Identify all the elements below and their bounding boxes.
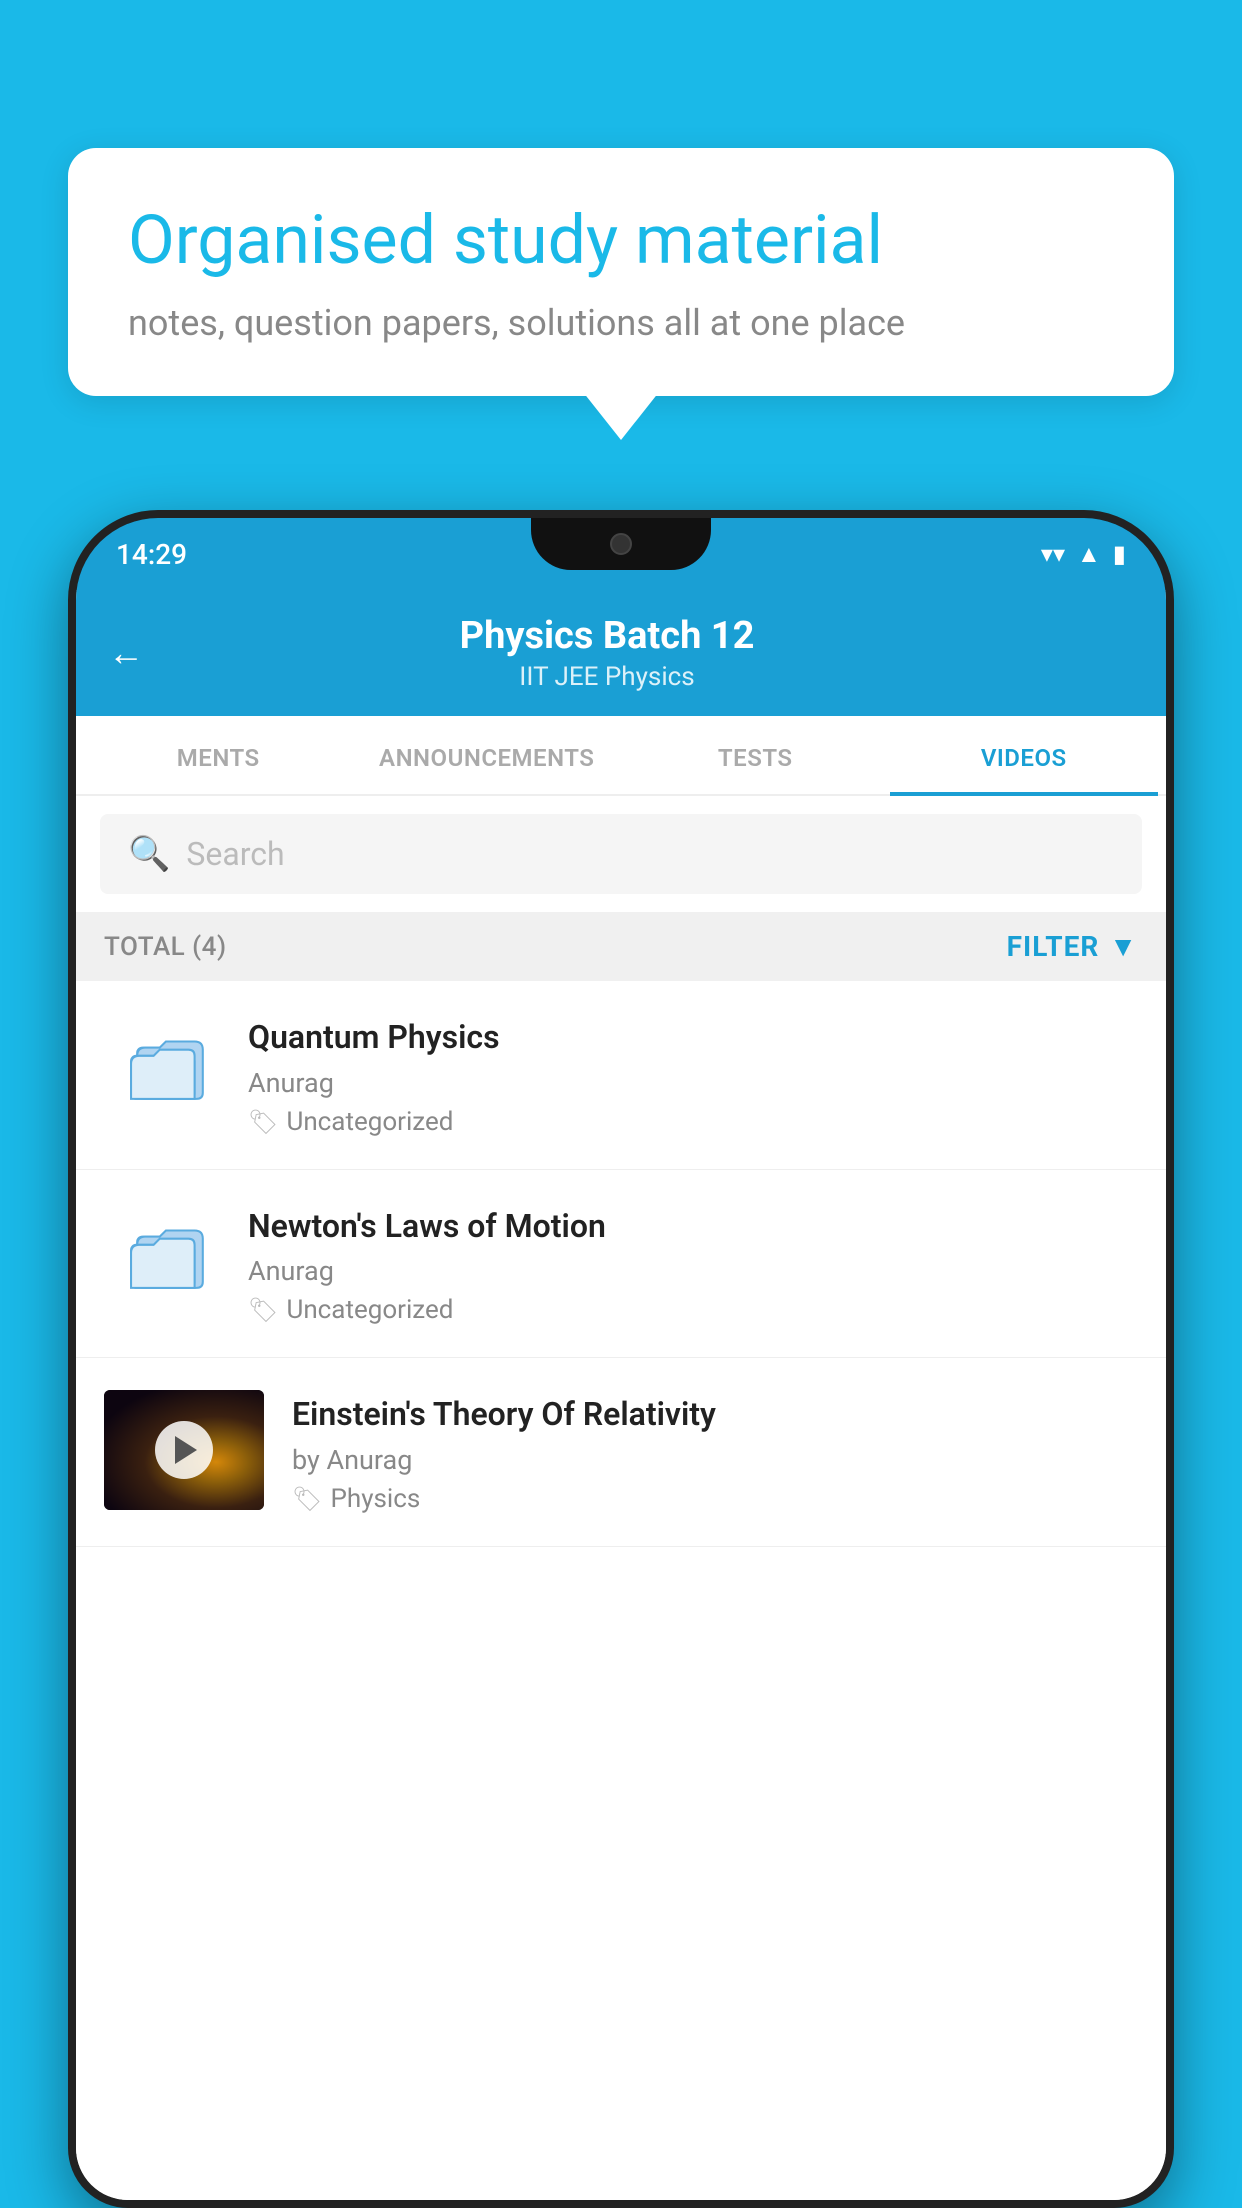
header-title-section: Physics Batch 12 IIT JEE Physics	[172, 614, 1042, 692]
video-author: Anurag	[248, 1067, 1138, 1099]
tag-icon: 🏷	[248, 1108, 278, 1136]
video-info: Einstein's Theory Of Relativity by Anura…	[292, 1390, 1138, 1514]
bubble-subtitle: notes, question papers, solutions all at…	[128, 302, 1114, 344]
camera	[610, 533, 632, 555]
battery-icon: ▮	[1113, 540, 1126, 568]
video-tag: 🏷 Uncategorized	[248, 1107, 1138, 1137]
video-title: Quantum Physics	[248, 1017, 1138, 1059]
list-item[interactable]: Einstein's Theory Of Relativity by Anura…	[76, 1358, 1166, 1547]
tabs: MENTS ANNOUNCEMENTS TESTS VIDEOS	[76, 716, 1166, 796]
filter-label: FILTER	[1007, 930, 1100, 963]
video-info: Newton's Laws of Motion Anurag 🏷 Uncateg…	[248, 1202, 1138, 1326]
folder-icon	[120, 1202, 220, 1302]
play-icon	[175, 1436, 197, 1464]
bubble-title: Organised study material	[128, 200, 1114, 282]
notch	[531, 518, 711, 570]
phone-frame: 14:29 ▾▾ ▲ ▮ ← Physics Batch 12 IIT JEE …	[68, 510, 1174, 2208]
volume-up-button	[68, 838, 72, 918]
search-input-wrap[interactable]: 🔍 Search	[100, 814, 1142, 894]
video-tag: 🏷 Physics	[292, 1484, 1138, 1514]
tag-label: Physics	[330, 1484, 420, 1514]
app-header: ← Physics Batch 12 IIT JEE Physics	[76, 590, 1166, 716]
video-title: Einstein's Theory Of Relativity	[292, 1394, 1138, 1436]
tab-ments[interactable]: MENTS	[84, 716, 353, 794]
wifi-icon: ▾▾	[1041, 540, 1065, 568]
screen: ← Physics Batch 12 IIT JEE Physics MENTS…	[76, 590, 1166, 2200]
tab-announcements[interactable]: ANNOUNCEMENTS	[353, 716, 622, 794]
list-item[interactable]: Quantum Physics Anurag 🏷 Uncategorized	[76, 981, 1166, 1170]
video-tag: 🏷 Uncategorized	[248, 1295, 1138, 1325]
filter-bar: TOTAL (4) FILTER ▼	[76, 912, 1166, 981]
header-title: Physics Batch 12	[172, 614, 1042, 658]
tag-icon: 🏷	[248, 1296, 278, 1324]
tag-icon: 🏷	[292, 1485, 322, 1513]
header-subtitle-iitjee: IIT JEE	[519, 662, 598, 692]
list-item[interactable]: Newton's Laws of Motion Anurag 🏷 Uncateg…	[76, 1170, 1166, 1359]
video-info: Quantum Physics Anurag 🏷 Uncategorized	[248, 1013, 1138, 1137]
video-thumbnail	[104, 1390, 264, 1510]
tag-label: Uncategorized	[286, 1107, 453, 1137]
back-button[interactable]: ←	[108, 632, 144, 674]
filter-icon: ▼	[1109, 930, 1138, 963]
video-list: Quantum Physics Anurag 🏷 Uncategorized	[76, 981, 1166, 2200]
video-author: by Anurag	[292, 1444, 1138, 1476]
header-subtitle-physics: Physics	[605, 662, 695, 692]
speech-bubble: Organised study material notes, question…	[68, 148, 1174, 396]
play-button[interactable]	[155, 1421, 213, 1479]
search-icon: 🔍	[128, 834, 170, 874]
folder-icon	[120, 1013, 220, 1113]
power-button	[1170, 888, 1174, 998]
video-author: Anurag	[248, 1255, 1138, 1287]
header-subtitle: IIT JEE Physics	[172, 662, 1042, 692]
search-placeholder: Search	[186, 835, 284, 873]
tab-tests[interactable]: TESTS	[621, 716, 890, 794]
status-time: 14:29	[116, 538, 187, 571]
tag-label: Uncategorized	[286, 1295, 453, 1325]
status-bar: 14:29 ▾▾ ▲ ▮	[76, 518, 1166, 590]
video-title: Newton's Laws of Motion	[248, 1206, 1138, 1248]
status-icons: ▾▾ ▲ ▮	[1041, 540, 1126, 569]
signal-icon: ▲	[1077, 540, 1101, 569]
tab-videos[interactable]: VIDEOS	[890, 716, 1159, 794]
filter-button[interactable]: FILTER ▼	[1007, 930, 1138, 963]
volume-down-button	[68, 938, 72, 1018]
total-label: TOTAL (4)	[104, 932, 227, 962]
search-bar: 🔍 Search	[76, 796, 1166, 912]
